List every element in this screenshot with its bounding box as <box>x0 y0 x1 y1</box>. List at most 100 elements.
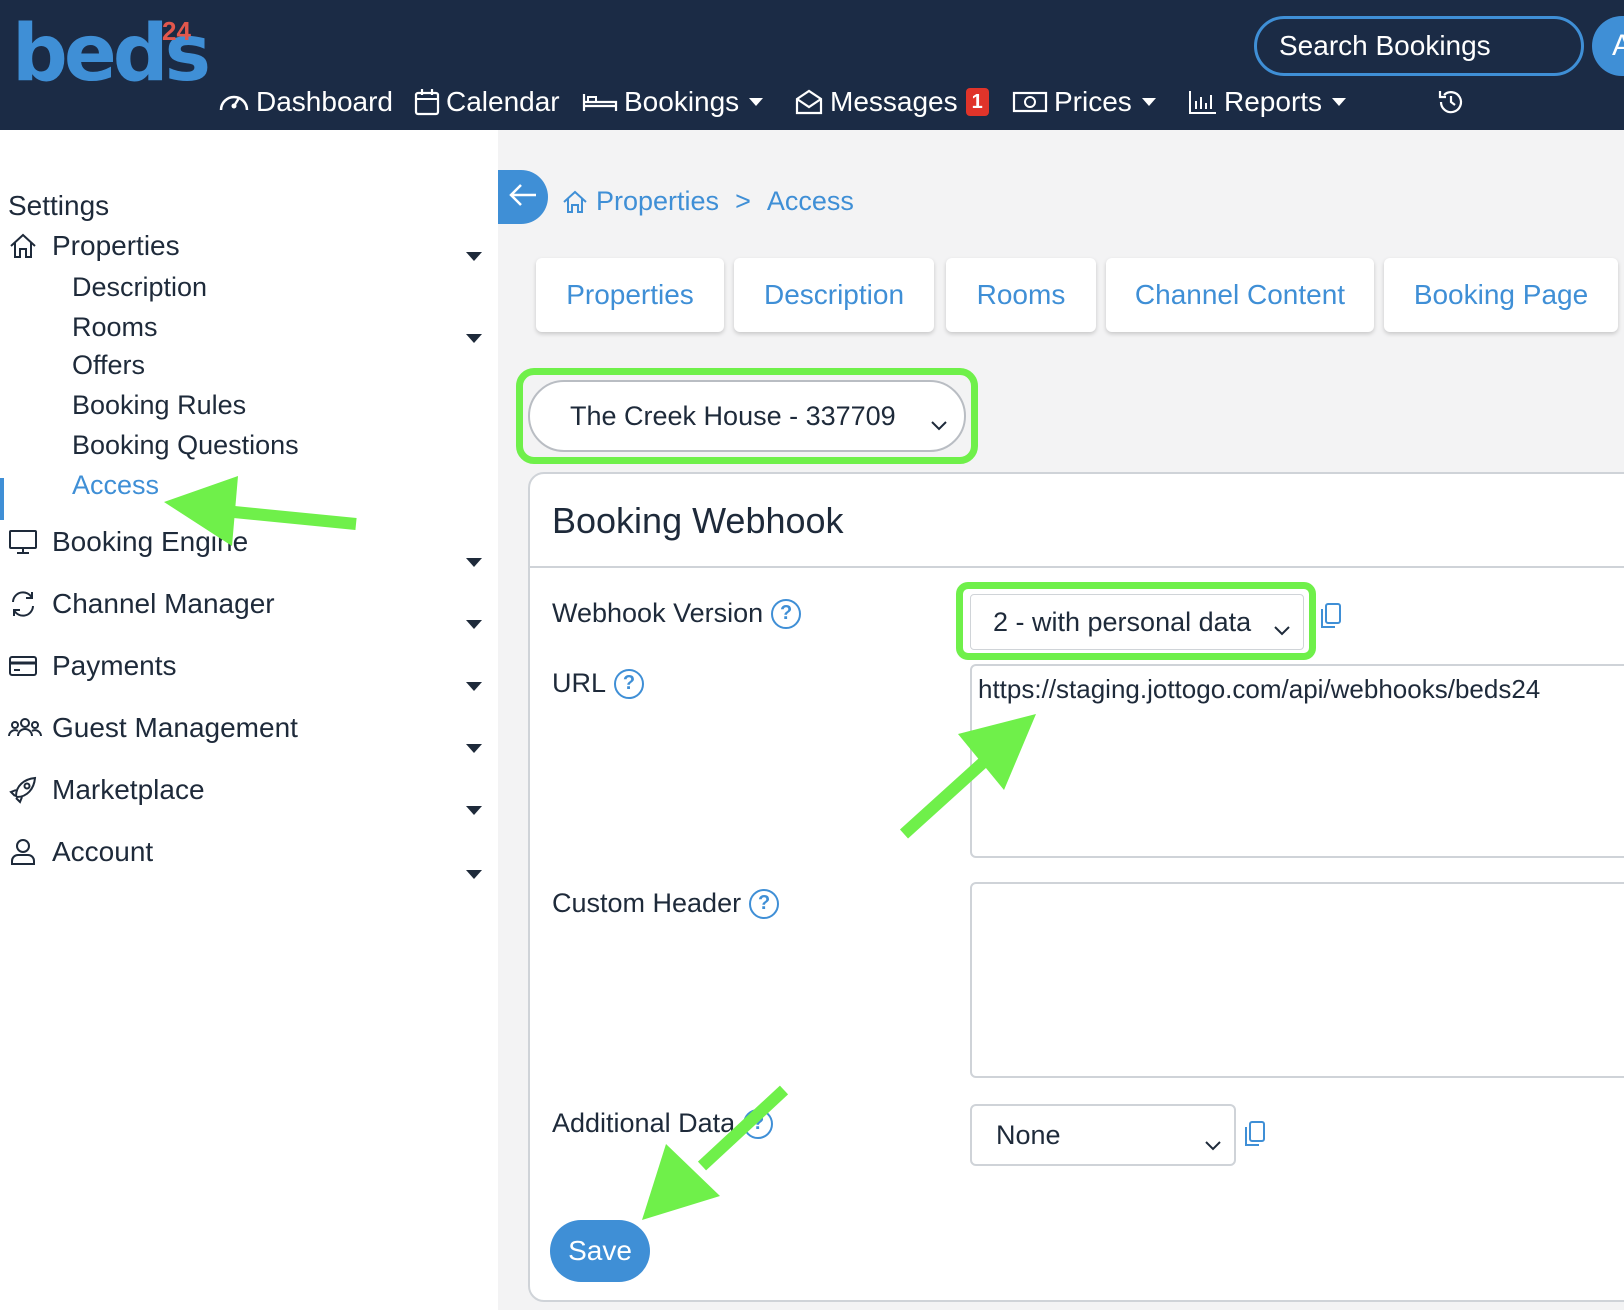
webhook-version-label: Webhook Version ? <box>552 598 802 629</box>
calendar-icon <box>414 88 440 116</box>
bed-icon <box>582 90 618 114</box>
chevron-down-icon[interactable] <box>466 870 482 879</box>
breadcrumb-access[interactable]: Access <box>767 186 854 217</box>
tab-rooms[interactable]: Rooms <box>946 258 1096 332</box>
nav-messages[interactable]: Messages 1 <box>794 82 989 122</box>
chevron-down-icon[interactable] <box>466 744 482 753</box>
nav-messages-label: Messages <box>830 86 958 117</box>
breadcrumb-separator: > <box>735 186 751 216</box>
chevron-down-icon <box>1273 613 1291 644</box>
chevron-down-icon <box>1141 98 1156 106</box>
chevron-down-icon[interactable] <box>466 252 482 261</box>
url-label: URL ? <box>552 668 645 699</box>
booking-webhook-card: Booking Webhook Webhook Version ? 2 - wi… <box>528 472 1624 1302</box>
home-icon <box>8 232 42 260</box>
webhook-version-select[interactable]: 2 - with personal data <box>970 594 1304 650</box>
help-icon[interactable]: ? <box>743 1108 774 1139</box>
tab-channel-content[interactable]: Channel Content <box>1106 258 1374 332</box>
sidebar-item-marketplace[interactable]: Marketplace <box>8 774 205 806</box>
sidebar-item-label: Booking Engine <box>52 526 249 557</box>
sidebar-item-label: Account <box>52 836 154 867</box>
sidebar-item-payments[interactable]: Payments <box>8 650 177 682</box>
nav-dashboard-label: Dashboard <box>256 86 393 117</box>
envelope-icon <box>794 88 824 116</box>
avatar[interactable]: A <box>1592 16 1624 76</box>
chart-icon <box>1188 89 1218 115</box>
sidebar-item-booking-engine[interactable]: Booking Engine <box>8 526 248 558</box>
monitor-icon <box>8 528 42 556</box>
card-title: Booking Webhook <box>552 500 844 541</box>
nav-dashboard[interactable]: Dashboard <box>218 82 393 122</box>
url-label-text: URL <box>552 668 607 698</box>
rocket-icon <box>8 776 42 804</box>
nav-reports[interactable]: Reports <box>1188 82 1347 122</box>
nav-prices[interactable]: Prices <box>1012 82 1156 122</box>
nav-prices-label: Prices <box>1054 86 1132 117</box>
credit-card-icon <box>8 652 42 680</box>
chevron-down-icon[interactable] <box>466 558 482 567</box>
chevron-down-icon <box>749 98 764 106</box>
sidebar-title: Settings <box>8 190 110 221</box>
custom-header-textarea[interactable] <box>970 882 1624 1078</box>
sidebar-item-label: Properties <box>52 230 180 261</box>
chevron-down-icon[interactable] <box>466 620 482 629</box>
property-select[interactable]: The Creek House - 337709 <box>528 380 966 452</box>
nav-calendar[interactable]: Calendar <box>414 82 560 122</box>
sidebar-item-label: Payments <box>52 650 177 681</box>
sidebar-item-label: Guest Management <box>52 712 298 743</box>
sidebar-sub-rooms[interactable]: Rooms <box>72 312 158 343</box>
money-icon <box>1012 89 1048 115</box>
sidebar-item-channel-manager[interactable]: Channel Manager <box>8 588 275 620</box>
nav-bookings-label: Bookings <box>624 86 740 117</box>
search-bookings-button[interactable]: Search Bookings <box>1254 16 1584 76</box>
nav-reports-label: Reports <box>1224 86 1323 117</box>
chevron-down-icon <box>1204 1128 1222 1159</box>
breadcrumb-properties[interactable]: Properties <box>596 186 719 217</box>
nav-bookings[interactable]: Bookings <box>582 82 764 122</box>
home-icon <box>562 190 588 214</box>
custom-header-label: Custom Header ? <box>552 888 780 919</box>
sidebar-item-guest-management[interactable]: Guest Management <box>8 712 298 744</box>
chevron-down-icon <box>1332 98 1347 106</box>
help-icon[interactable]: ? <box>749 888 780 919</box>
sidebar-item-properties[interactable]: Properties <box>8 230 180 262</box>
sidebar-item-account[interactable]: Account <box>8 836 153 868</box>
chevron-down-icon[interactable] <box>466 806 482 815</box>
additional-data-value: None <box>996 1119 1061 1150</box>
chevron-down-icon[interactable] <box>466 682 482 691</box>
active-indicator <box>0 478 4 520</box>
url-textarea[interactable]: https://staging.jottogo.com/api/webhooks… <box>970 664 1624 858</box>
sidebar-sub-description[interactable]: Description <box>72 272 207 303</box>
custom-header-label-text: Custom Header <box>552 888 742 918</box>
tab-description[interactable]: Description <box>734 258 934 332</box>
divider <box>530 566 1624 568</box>
sidebar-item-label: Channel Manager <box>52 588 275 619</box>
sidebar-sub-offers[interactable]: Offers <box>72 350 145 381</box>
property-select-value: The Creek House - 337709 <box>570 400 896 431</box>
sidebar-sub-booking-rules[interactable]: Booking Rules <box>72 390 246 421</box>
sidebar-sub-access[interactable]: Access <box>72 470 159 501</box>
save-button[interactable]: Save <box>550 1220 650 1282</box>
history-button[interactable] <box>1436 82 1472 122</box>
user-icon <box>8 838 42 866</box>
copy-icon[interactable] <box>1244 1120 1266 1153</box>
additional-data-select[interactable]: None <box>970 1104 1236 1166</box>
sidebar-item-label: Marketplace <box>52 774 205 805</box>
sidebar-sub-booking-questions[interactable]: Booking Questions <box>72 430 299 461</box>
tab-booking-page[interactable]: Booking Page <box>1384 258 1618 332</box>
sync-icon <box>8 590 42 618</box>
top-navbar: beds 24 Dashboard Calendar Bookings Mess… <box>0 0 1624 130</box>
chevron-down-icon[interactable] <box>466 334 482 343</box>
help-icon[interactable]: ? <box>614 668 645 699</box>
dashboard-icon <box>218 88 250 116</box>
arrow-left-icon <box>508 182 538 213</box>
settings-sidebar: Settings Properties Description Rooms Of… <box>0 130 498 1310</box>
help-icon[interactable]: ? <box>771 598 802 629</box>
nav-calendar-label: Calendar <box>446 86 560 117</box>
sidebar-collapse-button[interactable] <box>498 170 548 224</box>
beds24-logo[interactable]: beds 24 <box>12 14 211 94</box>
additional-data-label-text: Additional Data <box>552 1108 736 1138</box>
copy-icon[interactable] <box>1320 602 1342 635</box>
chevron-down-icon <box>930 408 948 439</box>
tab-properties[interactable]: Properties <box>536 258 724 332</box>
